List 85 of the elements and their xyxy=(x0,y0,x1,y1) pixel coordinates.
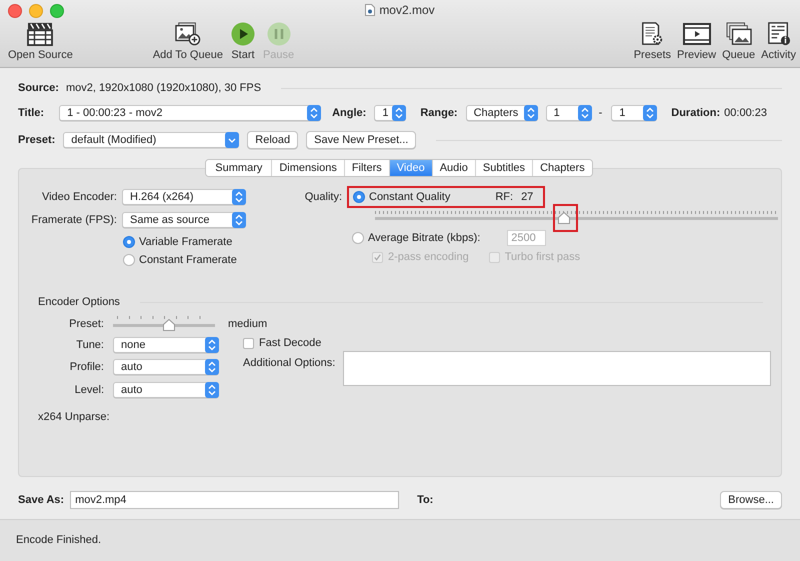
updown-arrows-icon xyxy=(392,105,406,121)
rf-value: 27 xyxy=(521,191,534,203)
file-name-field[interactable]: mov2.mp4 xyxy=(70,491,400,509)
save-as-label: Save As: xyxy=(18,494,64,506)
level-label: Level: xyxy=(74,384,104,396)
title-dropdown[interactable]: 1 - 00:00:23 - mov2 xyxy=(59,105,322,121)
range-label: Range: xyxy=(420,107,458,119)
document-info-icon[interactable] xyxy=(766,22,792,46)
radio-button[interactable] xyxy=(352,232,364,244)
radio-button[interactable] xyxy=(353,191,365,203)
toolbar-label[interactable]: Start xyxy=(231,49,255,61)
preset-dropdown[interactable]: default (Modified) xyxy=(63,132,240,148)
pause-icon[interactable] xyxy=(266,22,291,46)
document-icon xyxy=(365,4,376,16)
toolbar-label[interactable]: Preview xyxy=(677,49,716,61)
framerate-dropdown[interactable]: Same as source xyxy=(122,212,246,228)
tune-dropdown[interactable]: none xyxy=(113,337,219,353)
close-button[interactable] xyxy=(8,4,22,18)
additional-options-field[interactable] xyxy=(343,351,772,386)
quality-label: Quality: xyxy=(304,191,342,203)
radio-button[interactable] xyxy=(123,236,135,248)
preset-speed-label: Preset: xyxy=(68,318,104,330)
radio-label[interactable]: Variable Framerate xyxy=(139,236,232,248)
radio-label[interactable]: Constant Framerate xyxy=(139,254,237,266)
profile-label: Profile: xyxy=(68,361,104,373)
range-dropdown[interactable]: Chapters xyxy=(466,105,538,121)
chevron-down-icon xyxy=(225,132,240,148)
slider-thumb[interactable] xyxy=(558,212,570,224)
unparse-label: x264 Unparse: xyxy=(38,411,110,423)
updown-arrows-icon xyxy=(205,382,219,398)
minimize-button[interactable] xyxy=(29,4,43,18)
video-encoder-dropdown[interactable]: H.264 (x264) xyxy=(122,189,246,205)
angle-label: Angle: xyxy=(332,107,366,119)
save-preset-button[interactable]: Save New Preset... xyxy=(306,131,416,149)
play-icon[interactable] xyxy=(230,22,255,46)
photo-stack-icon[interactable] xyxy=(724,22,753,46)
updown-arrows-icon xyxy=(205,359,219,375)
radio-label[interactable]: Average Bitrate (kbps): xyxy=(368,232,480,244)
preset-label: Preset: xyxy=(18,134,56,146)
source-label: Source: xyxy=(18,82,59,94)
duration-value: 00:00:23 xyxy=(724,107,767,119)
tab[interactable]: Chapters xyxy=(532,160,592,176)
updown-arrows-icon xyxy=(232,189,246,205)
zoom-button[interactable] xyxy=(50,4,64,18)
updown-arrows-icon xyxy=(232,212,246,228)
browse-button[interactable]: Browse... xyxy=(720,491,782,509)
source-info: mov2, 1920x1080 (1920x1080), 30 FPS xyxy=(66,82,262,94)
updown-arrows-icon xyxy=(524,105,538,121)
updown-arrows-icon xyxy=(578,105,592,121)
toolbar-label[interactable]: Add To Queue xyxy=(152,49,223,61)
radio-button[interactable] xyxy=(123,254,135,266)
range-separator: - xyxy=(598,107,602,119)
reload-button[interactable]: Reload xyxy=(247,131,298,149)
photo-add-icon[interactable] xyxy=(174,22,202,46)
video-encoder-label: Video Encoder: xyxy=(40,191,117,203)
additional-options-label: Additional Options: xyxy=(243,357,336,369)
film-icon[interactable] xyxy=(682,22,711,46)
checkbox-label[interactable]: Fast Decode xyxy=(259,337,322,349)
chapter-start-dropdown[interactable]: 1 xyxy=(546,105,592,121)
destination-label: To: xyxy=(417,494,434,506)
updown-arrows-icon xyxy=(307,105,322,121)
checkbox[interactable] xyxy=(243,338,254,348)
preset-speed-value: medium xyxy=(228,318,268,330)
toolbar-label[interactable]: Open Source xyxy=(8,49,73,61)
duration-label: Duration: xyxy=(671,107,720,119)
slider-thumb[interactable] xyxy=(163,319,176,331)
angle-dropdown[interactable]: 1 xyxy=(374,105,406,121)
toolbar-label[interactable]: Queue xyxy=(722,49,756,61)
rf-label: RF: xyxy=(495,191,514,203)
updown-arrows-icon xyxy=(643,105,658,121)
profile-dropdown[interactable]: auto xyxy=(113,359,219,375)
toolbar-label[interactable]: Presets xyxy=(634,49,671,61)
level-dropdown[interactable]: auto xyxy=(113,382,219,398)
clapperboard-icon[interactable] xyxy=(26,22,54,46)
section-title: Encoder Options xyxy=(38,296,120,308)
radio-label[interactable]: Constant Quality xyxy=(369,191,450,203)
chapter-end-dropdown[interactable]: 1 xyxy=(611,105,658,121)
status-text: Encode Finished. xyxy=(16,534,101,546)
tune-label: Tune: xyxy=(75,339,104,351)
framerate-label: Framerate (FPS): xyxy=(30,214,117,226)
title-label: Title: xyxy=(18,107,44,119)
updown-arrows-icon xyxy=(205,337,219,353)
bitrate-field[interactable]: 2500 xyxy=(507,230,546,246)
toolbar-label[interactable]: Activity xyxy=(761,49,796,61)
window-title: mov2.mov xyxy=(379,3,435,17)
